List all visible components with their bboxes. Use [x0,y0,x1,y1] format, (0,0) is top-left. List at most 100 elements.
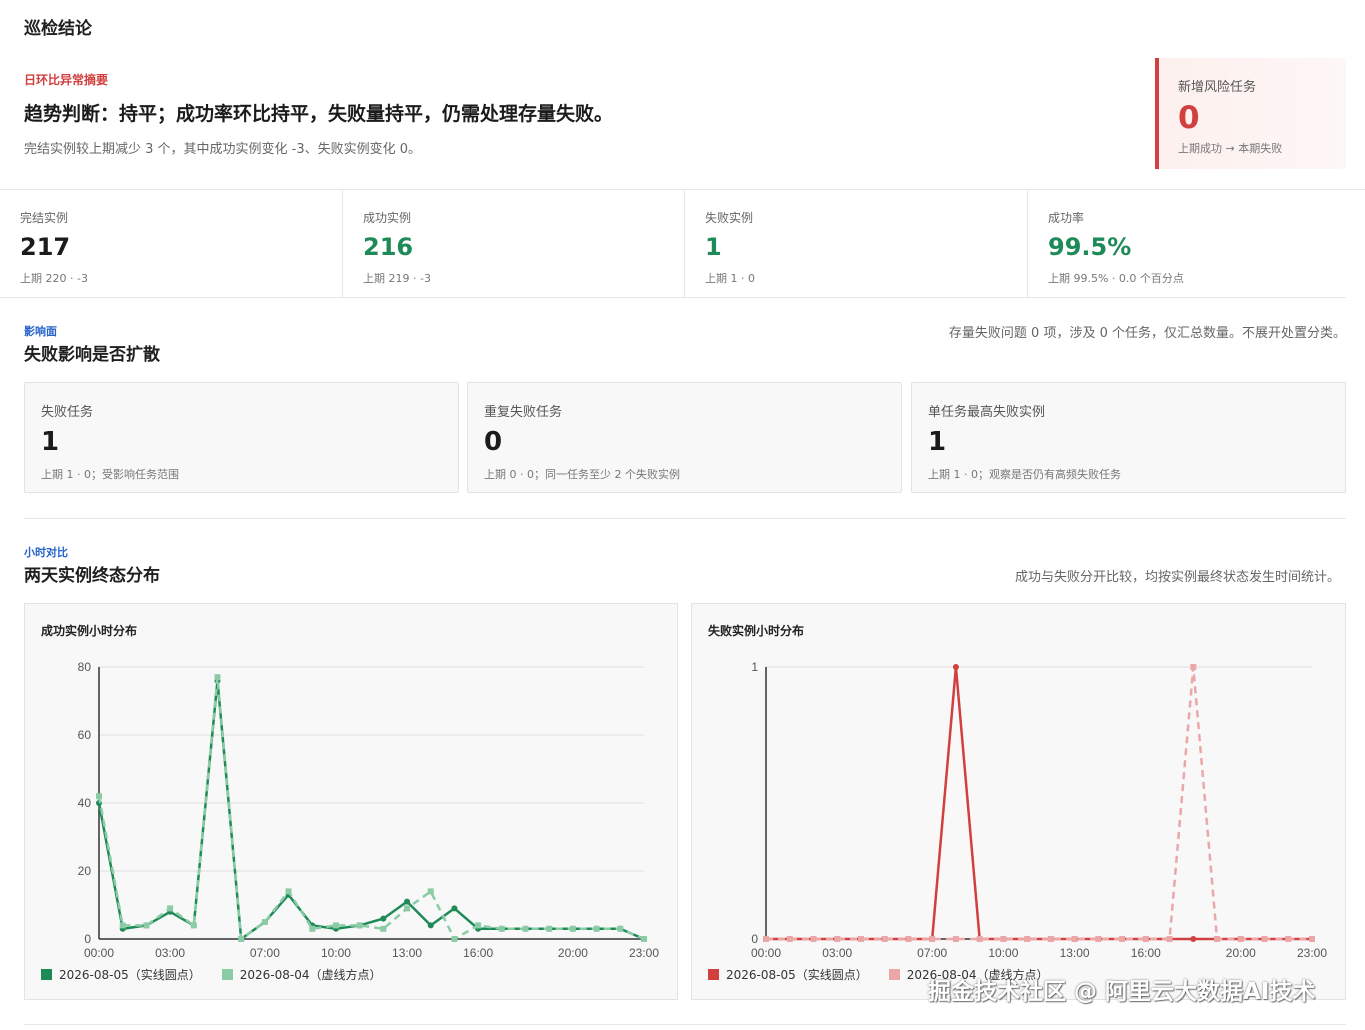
x-tick-label: 10:00 [321,946,351,960]
data-point [1214,936,1221,942]
legend-swatch [41,969,52,980]
data-point [1190,664,1197,670]
failure-hourly-chart: 失败实例小时分布 0 1 00:00 03:00 07:00 10:00 13:00 16:0… [691,603,1346,1000]
x-tick-label: 03:00 [155,946,185,960]
data-point [976,936,983,942]
data-point [763,936,769,942]
stat-completed: 完结实例 217 上期 220 · -3 [0,190,342,297]
y-tick-label: 1 [751,660,758,674]
x-tick-label: 20:00 [558,946,588,960]
legend-swatch [221,969,233,980]
data-point [356,922,363,929]
legend-item[interactable]: 2026-08-04（虚线方点） [221,966,382,983]
trend-headline: 趋势判断：持平；成功率环比持平，失败量持平，仍需处理存量失败。 [24,103,614,125]
risk-value: 0 [1178,100,1200,136]
y-tick-label: 0 [84,932,91,946]
data-point [905,936,912,942]
legend-item[interactable]: 2026-08-05（实线圆点） [708,966,868,983]
data-point [190,922,197,929]
series-line [766,665,1312,941]
data-point [404,898,411,905]
data-point [498,925,505,932]
data-point [1261,936,1268,942]
data-point [786,936,793,942]
success-chart-svg: 0 20 40 60 80 00:00 03:00 07:00 10:00 13:00 16:00 2… [78,660,660,960]
legend-swatch [708,969,719,980]
page-title: 巡检结论 [24,19,92,39]
impact-title: 失败影响是否扩散 [24,345,160,365]
data-point [1190,936,1197,942]
data-point [451,936,458,942]
stat-value: 1 [705,233,722,261]
data-point [1309,936,1315,942]
data-point [1000,936,1007,942]
series-line [97,679,645,941]
data-point [522,925,529,932]
data-point [285,888,292,895]
data-point [332,922,339,929]
stat-note: 上期 220 · -3 [20,272,88,285]
x-tick-label: 07:00 [917,946,947,960]
data-point [261,919,268,925]
series-line [766,665,1312,941]
data-point [881,936,888,942]
mini-label: 失败任务 [41,405,94,420]
chart-legend: 2026-08-05（实线圆点） 2026-08-04（虚线方点） [41,966,403,983]
data-point [214,674,221,681]
data-point [810,936,817,942]
data-point [834,936,841,942]
stat-value: 99.5% [1048,233,1132,261]
x-tick-label: 16:00 [1131,946,1161,960]
data-point [546,925,553,932]
stat-note: 上期 219 · -3 [363,272,431,285]
y-tick-label: 40 [78,796,92,810]
stat-failed: 失败实例 1 上期 1 · 0 [684,190,1027,297]
y-tick-label: 60 [78,728,92,742]
data-point [143,922,150,929]
data-point [309,925,316,932]
failed-tasks-card: 失败任务 1 上期 1 · 0；受影响任务范围 [24,382,459,493]
y-tick-label: 0 [751,932,758,946]
data-point [475,922,482,929]
data-point [380,915,387,922]
data-point [167,905,174,912]
data-point [1237,936,1244,942]
mini-value: 1 [928,427,947,457]
data-point [427,922,434,929]
bottom-divider [24,1024,1346,1025]
hourly-title: 两天实例终态分布 [24,566,160,586]
risk-note: 上期成功 → 本期失败 [1178,142,1283,155]
data-point [1071,936,1078,942]
data-point [404,905,411,912]
data-point [1024,936,1031,942]
trend-subline: 完结实例较上期减少 3 个，其中成功实例变化 -3、失败实例变化 0。 [24,142,422,157]
data-point [952,664,959,670]
stat-value: 217 [20,233,71,261]
impact-eyebrow: 影响面 [24,325,57,338]
x-tick-label: 10:00 [988,946,1018,960]
data-point [451,905,458,912]
series-line [97,675,645,941]
data-point [1047,936,1054,942]
legend-swatch [888,969,900,980]
data-point [617,925,624,932]
data-point [929,936,936,942]
y-tick-label: 80 [78,660,92,674]
data-point [380,925,387,932]
stat-label: 完结实例 [20,211,69,225]
x-tick-label: 20:00 [1226,946,1256,960]
legend-label: 2026-08-05（实线圆点） [726,968,868,982]
risk-label: 新增风险任务 [1178,80,1257,95]
legend-item[interactable]: 2026-08-05（实线圆点） [41,966,201,983]
data-point [96,793,102,800]
mini-note: 上期 0 · 0；同一任务至少 2 个失败实例 [484,468,680,481]
stat-note: 上期 1 · 0 [705,272,755,285]
hourly-note: 成功与失败分开比较，均按实例最终状态发生时间统计。 [1014,570,1340,585]
repeat-failed-card: 重复失败任务 0 上期 0 · 0；同一任务至少 2 个失败实例 [467,382,902,493]
mini-value: 1 [41,427,60,457]
data-point [1285,936,1292,942]
mini-label: 重复失败任务 [484,405,563,420]
data-point [857,936,864,942]
data-point [641,936,647,942]
x-tick-label: 00:00 [84,946,114,960]
